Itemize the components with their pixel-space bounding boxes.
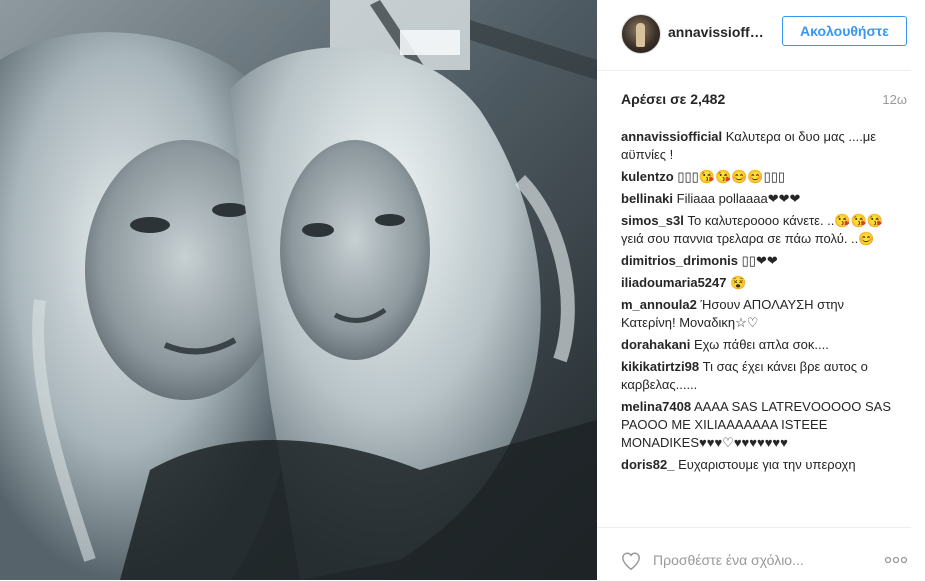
comment-username[interactable]: melina7408 xyxy=(621,399,691,414)
comment: m_annoula2 Ήσουν ΑΠΟΛΑΥΣΗ στην Κατερίνη!… xyxy=(621,296,901,332)
comment-text: Filiaaa pollaaaa❤❤❤ xyxy=(676,191,801,206)
likes-count[interactable]: Αρέσει σε 2,482 xyxy=(621,91,725,107)
comment: doris82_ Ευχαριστουμε για την υπεροχη xyxy=(621,456,901,474)
post-username[interactable]: annavissioffi... xyxy=(668,24,764,40)
comment: melina7408 AAAA SAS LATREVOOOOO SAS PAOO… xyxy=(621,398,901,452)
comment-username[interactable]: bellinaki xyxy=(621,191,673,206)
comment-username[interactable]: annavissiofficial xyxy=(621,129,722,144)
post-photo-image xyxy=(0,0,597,580)
comment-username[interactable]: dorahakani xyxy=(621,337,690,352)
comment-text: Ευχαριστουμε για την υπεροχη xyxy=(678,457,856,472)
comment-username[interactable]: kikikatirtzi98 xyxy=(621,359,699,374)
comment-text: ▯▯▯😘😘😊😊▯▯▯ xyxy=(677,169,786,184)
comment-text: 😵 xyxy=(730,275,747,290)
comment: bellinaki Filiaaa pollaaaa❤❤❤ xyxy=(621,190,901,208)
comment: kikikatirtzi98 Τι σας έχει κάνει βρε αυτ… xyxy=(621,358,901,394)
follow-button[interactable]: Ακολουθήστε xyxy=(782,16,907,46)
more-options-icon[interactable] xyxy=(883,550,909,570)
comment-username[interactable]: m_annoula2 xyxy=(621,297,697,312)
comments-list[interactable]: annavissiofficial Καλυτερα οι δυο μας ..… xyxy=(621,128,901,523)
comment: dimitrios_drimonis ▯▯❤❤ xyxy=(621,252,901,270)
post-header: annavissioffi... Ακολουθήστε xyxy=(597,0,911,71)
comment-username[interactable]: doris82_ xyxy=(621,457,674,472)
comment: kulentzo ▯▯▯😘😘😊😊▯▯▯ xyxy=(621,168,901,186)
comment-text: Εχω πάθει απλα σοκ.... xyxy=(693,337,829,352)
comment: iliadoumaria5247 😵 xyxy=(621,274,901,292)
post-time[interactable]: 12ω xyxy=(882,92,907,107)
comment: dorahakani Εχω πάθει απλα σοκ.... xyxy=(621,336,901,354)
comment: simos_s3l Το καλυτεροοοο κάνετε. ..😘😘😘 γ… xyxy=(621,212,901,248)
avatar-figure xyxy=(636,23,645,47)
comment: annavissiofficial Καλυτερα οι δυο μας ..… xyxy=(621,128,901,164)
post-side-panel: annavissioffi... Ακολουθήστε Αρέσει σε 2… xyxy=(597,0,925,580)
avatar[interactable] xyxy=(621,14,661,54)
post-photo[interactable] xyxy=(0,0,597,580)
comment-username[interactable]: dimitrios_drimonis xyxy=(621,253,738,268)
heart-outline-icon[interactable] xyxy=(620,550,642,572)
comment-username[interactable]: iliadoumaria5247 xyxy=(621,275,727,290)
comment-text: ▯▯❤❤ xyxy=(741,253,778,268)
post-footer xyxy=(597,527,911,581)
comment-username[interactable]: kulentzo xyxy=(621,169,674,184)
comment-username[interactable]: simos_s3l xyxy=(621,213,684,228)
add-comment-input[interactable] xyxy=(653,549,833,571)
